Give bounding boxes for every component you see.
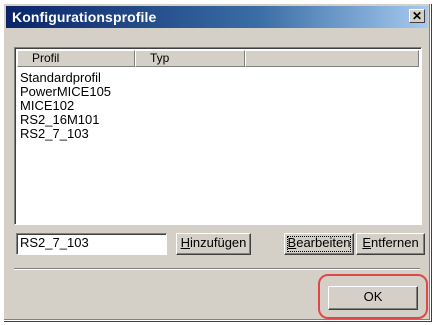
remove-button-label: ntfernen bbox=[370, 235, 419, 250]
ok-button[interactable]: OK bbox=[328, 286, 418, 310]
profile-name-field[interactable]: RS2_7_103 bbox=[16, 233, 167, 255]
close-button[interactable]: ✕ bbox=[409, 9, 425, 23]
list-item[interactable]: RS2_7_103 bbox=[20, 127, 111, 141]
close-icon: ✕ bbox=[411, 9, 423, 23]
list-item[interactable]: PowerMICE105 bbox=[20, 85, 111, 99]
edit-button-label: earbeiten bbox=[296, 235, 351, 250]
add-button[interactable]: Hinzufügen bbox=[176, 233, 251, 255]
edit-button-mnemonic: B bbox=[287, 235, 297, 250]
window-title: Konfigurationsprofile bbox=[12, 9, 157, 25]
column-header-empty bbox=[245, 50, 419, 67]
title-bar[interactable]: Konfigurationsprofile ✕ bbox=[6, 6, 428, 28]
add-button-mnemonic: H bbox=[180, 235, 190, 250]
remove-button-mnemonic: E bbox=[362, 235, 371, 250]
separator bbox=[14, 268, 420, 270]
add-button-label: inzufügen bbox=[190, 235, 247, 250]
remove-button[interactable]: Entfernen bbox=[356, 233, 425, 255]
list-item[interactable]: RS2_16M101 bbox=[20, 113, 111, 127]
list-header: Profil Typ bbox=[17, 50, 419, 67]
list-item[interactable]: Standardprofil bbox=[20, 71, 111, 85]
column-header-profil[interactable]: Profil bbox=[17, 50, 135, 67]
list-item[interactable]: MICE102 bbox=[20, 99, 111, 113]
edit-button[interactable]: Bearbeiten bbox=[284, 233, 354, 255]
configuration-profiles-dialog: Konfigurationsprofile ✕ Profil Typ Stand… bbox=[3, 3, 431, 321]
column-header-typ[interactable]: Typ bbox=[135, 50, 245, 67]
list-items: Standardprofil PowerMICE105 MICE102 RS2_… bbox=[20, 71, 111, 141]
profile-list[interactable]: Profil Typ Standardprofil PowerMICE105 M… bbox=[14, 47, 422, 225]
